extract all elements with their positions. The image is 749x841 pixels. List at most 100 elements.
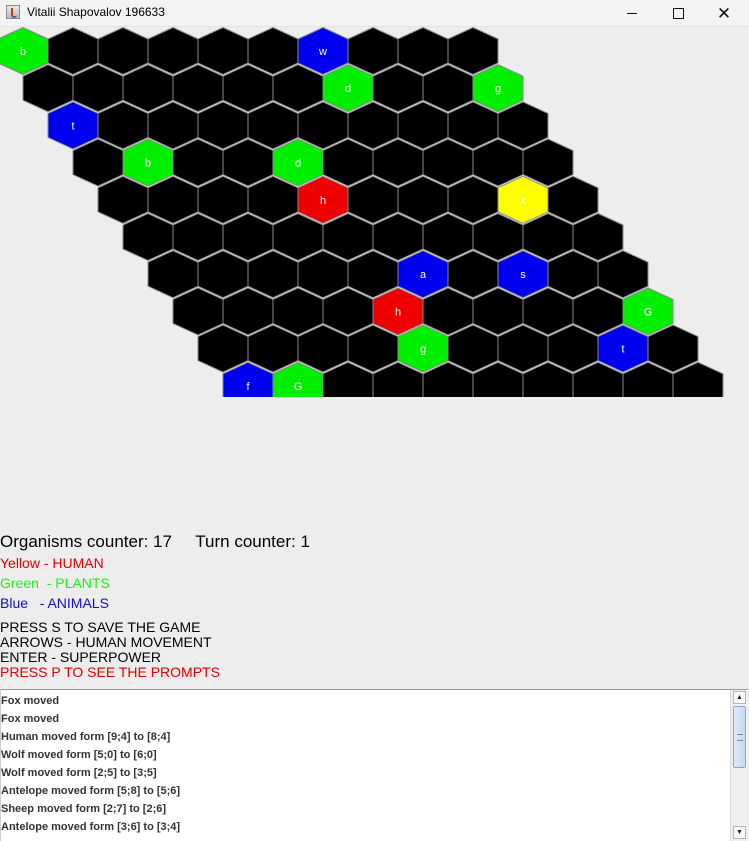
hex-cell[interactable] (472, 138, 524, 187)
hex-cell[interactable]: d (272, 138, 324, 187)
hex-cell[interactable] (397, 101, 449, 150)
hex-cell[interactable] (22, 64, 74, 113)
minimize-button[interactable] (609, 0, 655, 26)
hex-cell[interactable] (397, 27, 449, 76)
hex-cell[interactable] (597, 250, 649, 299)
hex-cell[interactable]: g (397, 324, 449, 373)
hex-cell[interactable] (372, 138, 424, 187)
hex-cell[interactable] (347, 250, 399, 299)
hex-cell[interactable] (247, 27, 299, 76)
hex-cell[interactable] (322, 138, 374, 187)
hex-cell[interactable] (422, 287, 474, 336)
hex-cell[interactable] (572, 212, 624, 262)
hex-cell[interactable] (247, 101, 299, 150)
hex-cell[interactable]: t (597, 324, 649, 373)
hex-cell[interactable] (522, 212, 574, 262)
hex-cell[interactable]: a (397, 250, 449, 299)
hex-cell[interactable] (472, 212, 524, 262)
hex-cell[interactable]: d (322, 64, 374, 113)
hex-cell[interactable] (197, 324, 249, 373)
hex-cell[interactable] (72, 64, 124, 113)
hex-game-board[interactable]: b wd gtb dh xa sh Gg tf G (0, 27, 749, 397)
hex-cell[interactable] (122, 212, 174, 262)
hex-cell[interactable] (547, 175, 599, 224)
hex-cell[interactable] (472, 287, 524, 336)
hex-cell[interactable] (147, 250, 199, 299)
hex-cell[interactable] (397, 175, 449, 224)
hex-cell[interactable]: t (47, 101, 99, 150)
hex-cell[interactable] (247, 175, 299, 224)
hex-cell[interactable] (97, 175, 149, 224)
hex-cell[interactable] (222, 212, 274, 262)
scroll-up-arrow-icon[interactable]: ▲ (733, 691, 746, 704)
hex-cell[interactable] (222, 287, 274, 336)
hex-cell[interactable] (647, 324, 699, 373)
hex-cell[interactable] (147, 101, 199, 150)
scroll-down-arrow-icon[interactable]: ▼ (733, 826, 746, 839)
hex-cell[interactable] (297, 250, 349, 299)
hex-cell[interactable]: G (622, 287, 674, 336)
hex-cell[interactable] (247, 250, 299, 299)
hex-cell[interactable] (572, 287, 624, 336)
hex-cell[interactable] (322, 212, 374, 262)
hex-cell[interactable] (422, 212, 474, 262)
hex-cell[interactable] (72, 138, 124, 187)
hex-cell[interactable] (97, 27, 149, 76)
hex-cell[interactable]: x (497, 175, 549, 224)
hex-cell[interactable] (197, 27, 249, 76)
hex-cell[interactable] (447, 175, 499, 224)
hex-cell[interactable] (522, 287, 574, 336)
hex-cell[interactable] (147, 175, 199, 224)
hex-cell[interactable] (447, 324, 499, 373)
hex-cell[interactable] (497, 101, 549, 150)
hex-cell[interactable] (347, 27, 399, 76)
hex-cell[interactable] (272, 287, 324, 336)
maximize-button[interactable] (655, 0, 701, 26)
hex-cell[interactable]: s (497, 250, 549, 299)
hex-shape (72, 138, 124, 187)
close-button[interactable]: ✕ (701, 0, 747, 26)
hex-cell[interactable] (272, 212, 324, 262)
hex-cell[interactable] (297, 101, 349, 150)
hex-cell[interactable] (322, 287, 374, 336)
hex-cell[interactable] (222, 64, 274, 113)
hex-cell[interactable] (147, 27, 199, 76)
hex-cell[interactable] (422, 138, 474, 187)
hex-cell[interactable]: b (0, 27, 49, 76)
hex-cell[interactable] (172, 287, 224, 336)
hex-cell[interactable] (372, 212, 424, 262)
hex-cell[interactable] (272, 64, 324, 113)
log-scrollbar[interactable]: ▲ ▼ (730, 690, 748, 841)
scroll-thumb[interactable] (733, 706, 746, 768)
hex-cell[interactable] (347, 175, 399, 224)
hex-cell[interactable] (447, 27, 499, 76)
hex-cell[interactable]: g (472, 64, 524, 113)
hex-cell[interactable] (347, 101, 399, 150)
hex-cell[interactable]: h (297, 175, 349, 224)
hex-cell[interactable] (222, 138, 274, 187)
hex-cell[interactable] (497, 324, 549, 373)
hex-cell[interactable] (372, 64, 424, 113)
hex-cell[interactable] (97, 101, 149, 150)
hex-cell[interactable] (122, 64, 174, 113)
hex-cell[interactable] (297, 324, 349, 373)
hex-cell[interactable] (547, 324, 599, 373)
hex-cell[interactable] (197, 250, 249, 299)
event-log[interactable]: Fox moved Fox moved Human moved form [9;… (0, 689, 748, 841)
hex-cell[interactable]: w (297, 27, 349, 76)
hex-cell[interactable] (197, 175, 249, 224)
hex-cell[interactable] (197, 101, 249, 150)
hex-cell[interactable] (522, 138, 574, 187)
hex-cell[interactable] (447, 250, 499, 299)
hex-cell[interactable] (422, 64, 474, 113)
hex-cell[interactable] (172, 138, 224, 187)
hex-cell[interactable] (247, 324, 299, 373)
hex-cell[interactable] (347, 324, 399, 373)
hex-cell[interactable] (172, 64, 224, 113)
hex-cell[interactable] (447, 101, 499, 150)
hex-cell[interactable] (172, 212, 224, 262)
hex-cell[interactable] (547, 250, 599, 299)
hex-cell[interactable]: h (372, 287, 424, 336)
hex-cell[interactable]: b (122, 138, 174, 187)
hex-cell[interactable] (47, 27, 99, 76)
